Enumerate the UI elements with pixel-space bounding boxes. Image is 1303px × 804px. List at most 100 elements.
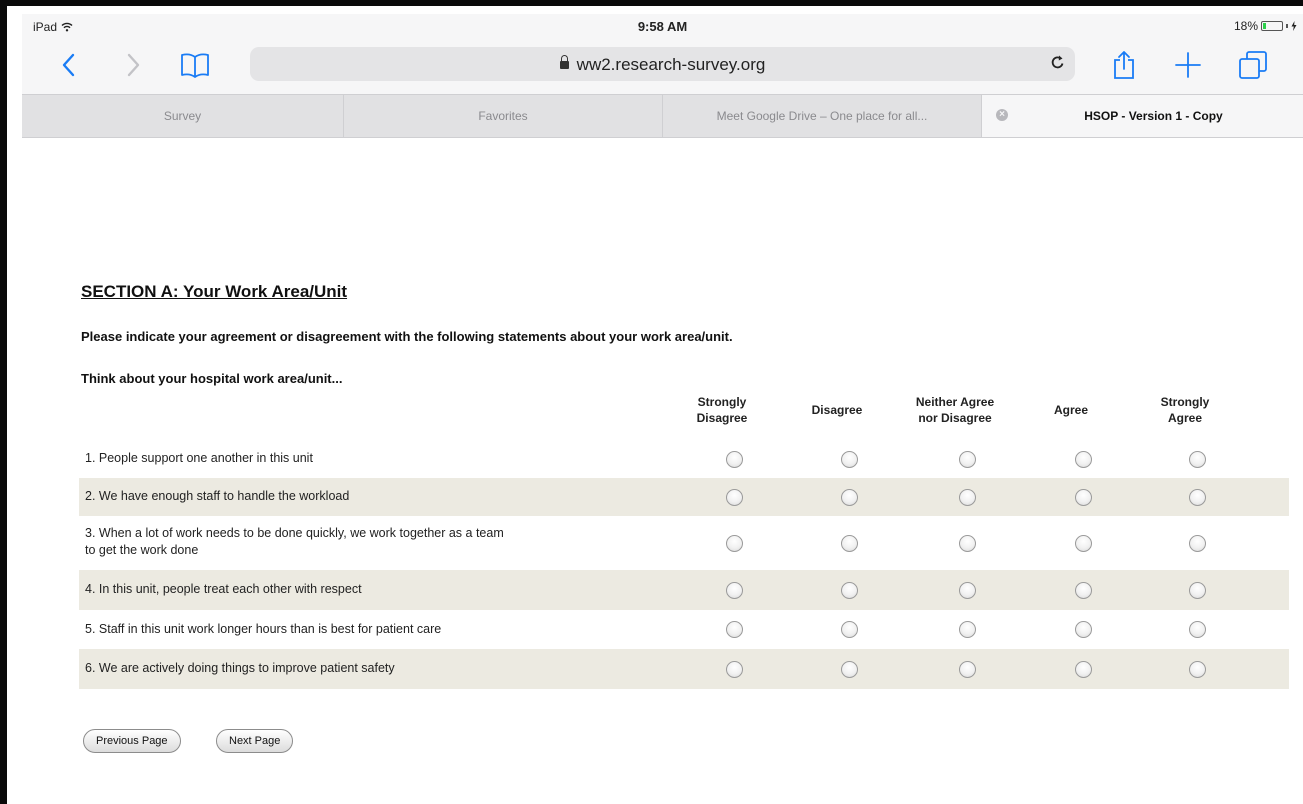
radio-disagree[interactable]: [841, 451, 858, 468]
question-row: 1. People support one another in this un…: [79, 440, 1289, 478]
reload-icon: [1051, 55, 1064, 69]
question-text: 1. People support one another in this un…: [85, 450, 313, 467]
column-header-agree: Agree: [1016, 402, 1126, 418]
status-time: 9:58 AM: [637, 19, 688, 34]
radio-neither[interactable]: [959, 489, 976, 506]
back-button[interactable]: [52, 48, 86, 82]
tab-label: Favorites: [478, 109, 528, 123]
address-bar[interactable]: ww2.research-survey.org: [250, 47, 1075, 81]
url-text: ww2.research-survey.org: [576, 55, 766, 74]
radio-strongly-disagree[interactable]: [726, 451, 743, 468]
battery-level-fill: [1263, 23, 1266, 29]
radio-neither[interactable]: [959, 582, 976, 599]
status-right: 18%: [1234, 19, 1297, 33]
radio-strongly-disagree[interactable]: [726, 582, 743, 599]
safari-chrome: iPad 9:58 AM 18% ww2.research-survey.org…: [22, 14, 1303, 138]
radio-agree[interactable]: [1075, 535, 1092, 552]
section-title: SECTION A: Your Work Area/Unit: [81, 282, 348, 301]
survey-page: SECTION A: Your Work Area/Unit Please in…: [22, 138, 1303, 804]
column-header-neither: Neither Agree nor Disagree: [900, 394, 1010, 426]
question-line: 5. Staff in this unit work longer hours …: [85, 622, 442, 636]
radio-agree[interactable]: [1075, 621, 1092, 638]
new-tab-icon: [1175, 52, 1201, 78]
radio-strongly-disagree[interactable]: [726, 621, 743, 638]
question-line: 6. We are actively doing things to impro…: [85, 661, 395, 675]
column-header-line: Agree: [1167, 411, 1202, 425]
url-display[interactable]: ww2.research-survey.org: [250, 55, 1075, 75]
previous-page-button[interactable]: Previous Page: [83, 729, 181, 753]
radio-strongly-disagree[interactable]: [726, 661, 743, 678]
question-text: 3. When a lot of work needs to be done q…: [85, 525, 504, 559]
radio-agree[interactable]: [1075, 489, 1092, 506]
next-page-button[interactable]: Next Page: [216, 729, 294, 753]
radio-strongly-disagree[interactable]: [726, 535, 743, 552]
radio-neither[interactable]: [959, 661, 976, 678]
question-line: 4. In this unit, people treat each other…: [85, 582, 362, 596]
column-header-strongly-agree: Strongly Agree: [1130, 394, 1240, 426]
tab-label: Survey: [163, 109, 202, 123]
bookmarks-icon: [181, 53, 209, 78]
battery-tip: [1286, 24, 1288, 28]
radio-strongly-agree[interactable]: [1189, 661, 1206, 678]
status-bar: iPad 9:58 AM 18%: [22, 14, 1303, 38]
bookmarks-button[interactable]: [178, 48, 212, 82]
new-tab-button[interactable]: [1171, 48, 1205, 82]
question-row: 5. Staff in this unit work longer hours …: [79, 610, 1289, 649]
back-icon: [62, 53, 75, 77]
radio-disagree[interactable]: [841, 621, 858, 638]
battery-percent: 18%: [1233, 19, 1258, 33]
radio-disagree[interactable]: [841, 535, 858, 552]
question-text: 4. In this unit, people treat each other…: [85, 581, 362, 598]
radio-disagree[interactable]: [841, 661, 858, 678]
column-header-disagree: Disagree: [782, 402, 892, 418]
question-row: 2. We have enough staff to handle the wo…: [79, 478, 1289, 516]
close-tab-icon[interactable]: ×: [996, 109, 1008, 121]
frame-left-border: [0, 0, 7, 804]
radio-agree[interactable]: [1075, 582, 1092, 599]
column-header-line: Strongly: [1160, 395, 1210, 409]
question-text: 5. Staff in this unit work longer hours …: [85, 621, 441, 638]
tabs-overview-button[interactable]: [1236, 48, 1270, 82]
frame-top-border: [0, 0, 1303, 6]
tab-hsop[interactable]: × HSOP - Version 1 - Copy: [982, 95, 1303, 137]
tab-favorites[interactable]: Favorites: [344, 95, 663, 137]
share-button[interactable]: [1107, 48, 1141, 82]
section-prompt: Think about your hospital work area/unit…: [81, 371, 343, 386]
question-line: 3. When a lot of work needs to be done q…: [85, 526, 504, 540]
question-text: 2. We have enough staff to handle the wo…: [85, 488, 349, 505]
column-header-line: Disagree: [696, 411, 748, 425]
radio-strongly-agree[interactable]: [1189, 489, 1206, 506]
tab-bar: Survey Favorites Meet Google Drive – One…: [22, 94, 1303, 138]
lock-icon: [559, 55, 569, 69]
navigation-toolbar: ww2.research-survey.org: [22, 38, 1303, 94]
radio-strongly-agree[interactable]: [1189, 582, 1206, 599]
radio-disagree[interactable]: [841, 582, 858, 599]
share-icon: [1114, 51, 1134, 79]
question-line: to get the work done: [85, 543, 199, 557]
column-header-line: Disagree: [811, 403, 863, 417]
radio-neither[interactable]: [959, 535, 976, 552]
tab-survey[interactable]: Survey: [22, 95, 344, 137]
radio-strongly-disagree[interactable]: [726, 489, 743, 506]
column-header-line: nor Disagree: [918, 411, 992, 425]
question-row: 4. In this unit, people treat each other…: [79, 570, 1289, 610]
radio-neither[interactable]: [959, 451, 976, 468]
tab-google-drive[interactable]: Meet Google Drive – One place for all...: [663, 95, 982, 137]
radio-disagree[interactable]: [841, 489, 858, 506]
column-header-line: Neither Agree: [915, 395, 995, 409]
forward-button[interactable]: [116, 48, 150, 82]
radio-agree[interactable]: [1075, 451, 1092, 468]
reload-button[interactable]: [1051, 54, 1065, 75]
charging-icon: [1291, 21, 1297, 31]
radio-strongly-agree[interactable]: [1189, 621, 1206, 638]
radio-strongly-agree[interactable]: [1189, 451, 1206, 468]
tabs-icon: [1239, 51, 1267, 79]
battery-icon: [1261, 21, 1283, 31]
radio-strongly-agree[interactable]: [1189, 535, 1206, 552]
tab-label: Meet Google Drive – One place for all...: [716, 109, 928, 123]
radio-neither[interactable]: [959, 621, 976, 638]
forward-icon: [127, 53, 140, 77]
tab-label: HSOP - Version 1 - Copy: [1084, 109, 1223, 123]
radio-agree[interactable]: [1075, 661, 1092, 678]
column-header-line: Agree: [1053, 403, 1088, 417]
